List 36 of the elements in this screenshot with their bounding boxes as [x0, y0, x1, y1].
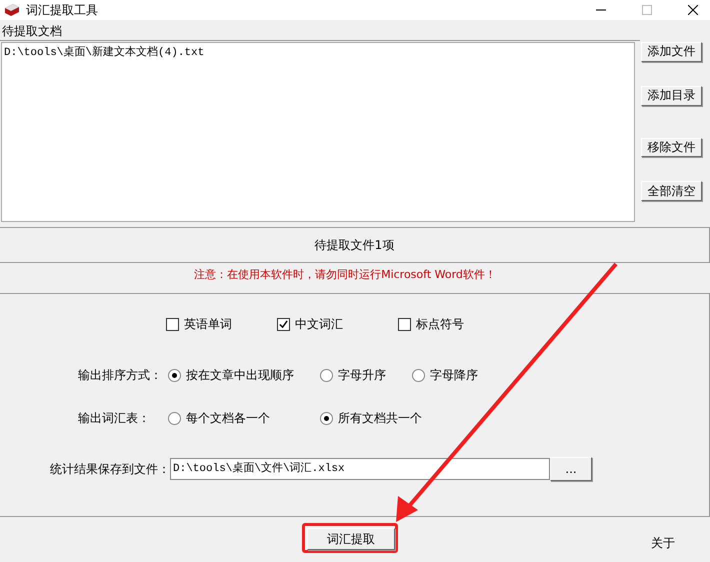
radio-button[interactable]	[412, 369, 425, 382]
save-path-field[interactable]: D:\tools\桌面\文件\词汇.xlsx	[170, 458, 550, 480]
radio-button[interactable]	[168, 369, 181, 382]
status-text: 待提取文件1项	[314, 236, 394, 254]
side-button[interactable]: 全部清空	[641, 181, 702, 201]
side-button[interactable]: 添加文件	[641, 42, 702, 62]
browse-button[interactable]: ...	[550, 457, 592, 481]
checkbox[interactable]	[166, 318, 179, 331]
file-list[interactable]: D:\tools\桌面\新建文本文档(4).txt	[1, 42, 635, 222]
file-item[interactable]: D:\tools\桌面\新建文本文档(4).txt	[4, 44, 632, 59]
extract-button[interactable]: 词汇提取	[307, 528, 395, 550]
radio-button[interactable]	[168, 412, 181, 425]
option-label: 输出词汇表：	[78, 410, 151, 427]
checkbox-label[interactable]: 英语单词	[184, 316, 232, 333]
check-icon	[279, 320, 288, 329]
checkbox-label[interactable]: 中文词汇	[295, 316, 343, 333]
save-label: 统计结果保存到文件：	[50, 460, 170, 478]
radio-label[interactable]: 字母升序	[338, 367, 386, 384]
close-icon[interactable]	[688, 5, 698, 15]
warning-text: 注意：在使用本软件时，请勿同时运行Microsoft Word软件！	[194, 266, 496, 282]
window-title: 词汇提取工具	[26, 2, 98, 18]
about-link[interactable]: 关于	[651, 534, 675, 552]
radio-label[interactable]: 按在文章中出现顺序	[186, 367, 294, 384]
radio-button[interactable]	[320, 369, 333, 382]
checkbox[interactable]	[277, 318, 290, 331]
side-button[interactable]: 移除文件	[641, 138, 702, 158]
radio-label[interactable]: 所有文档共一个	[338, 410, 422, 427]
checkbox-label[interactable]: 标点符号	[416, 316, 464, 333]
group-label: 待提取文档	[0, 20, 640, 41]
radio-label[interactable]: 字母降序	[430, 367, 478, 384]
radio-button[interactable]	[320, 412, 333, 425]
checkbox[interactable]	[398, 318, 411, 331]
radio-label[interactable]: 每个文档各一个	[186, 410, 270, 427]
app-icon	[4, 2, 20, 18]
option-label: 输出排序方式：	[78, 367, 163, 384]
side-button[interactable]: 添加目录	[641, 86, 702, 106]
